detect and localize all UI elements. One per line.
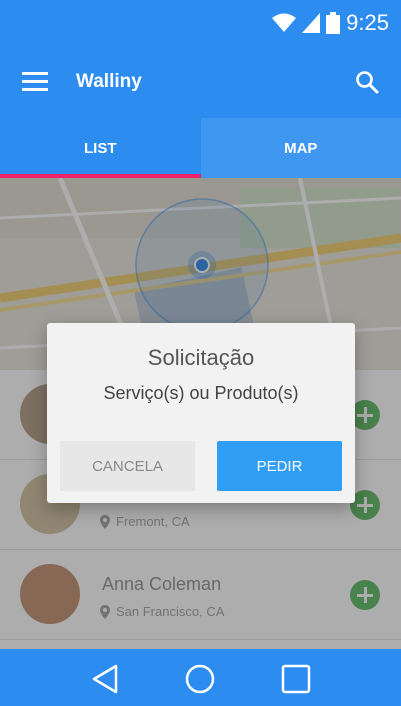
tab-bar: LIST MAP: [0, 118, 401, 178]
request-dialog: Solicitação Serviço(s) ou Produto(s) CAN…: [47, 323, 355, 503]
dialog-title: Solicitação: [147, 345, 255, 370]
signal-icon: [302, 13, 321, 33]
status-time: 9:25: [346, 10, 389, 35]
search-icon[interactable]: [355, 70, 379, 94]
recents-icon[interactable]: [280, 663, 312, 695]
status-bar: 9:25: [0, 0, 401, 46]
confirm-button[interactable]: PEDIR: [217, 441, 342, 491]
tab-map-label: MAP: [284, 139, 318, 157]
home-icon[interactable]: [184, 663, 216, 695]
tab-map[interactable]: MAP: [200, 118, 401, 178]
app-title: Walliny: [76, 71, 142, 92]
dialog-message: Serviço(s) ou Produto(s): [103, 383, 299, 403]
tab-list[interactable]: LIST: [0, 118, 201, 178]
back-icon[interactable]: [90, 663, 122, 695]
menu-icon[interactable]: [22, 72, 48, 92]
wifi-icon: [272, 13, 297, 32]
app-bar: Walliny: [0, 46, 401, 118]
navigation-bar: [0, 649, 401, 706]
tab-list-label: LIST: [84, 139, 117, 157]
cancel-button[interactable]: CANCELA: [60, 441, 195, 491]
battery-icon: [326, 12, 341, 34]
